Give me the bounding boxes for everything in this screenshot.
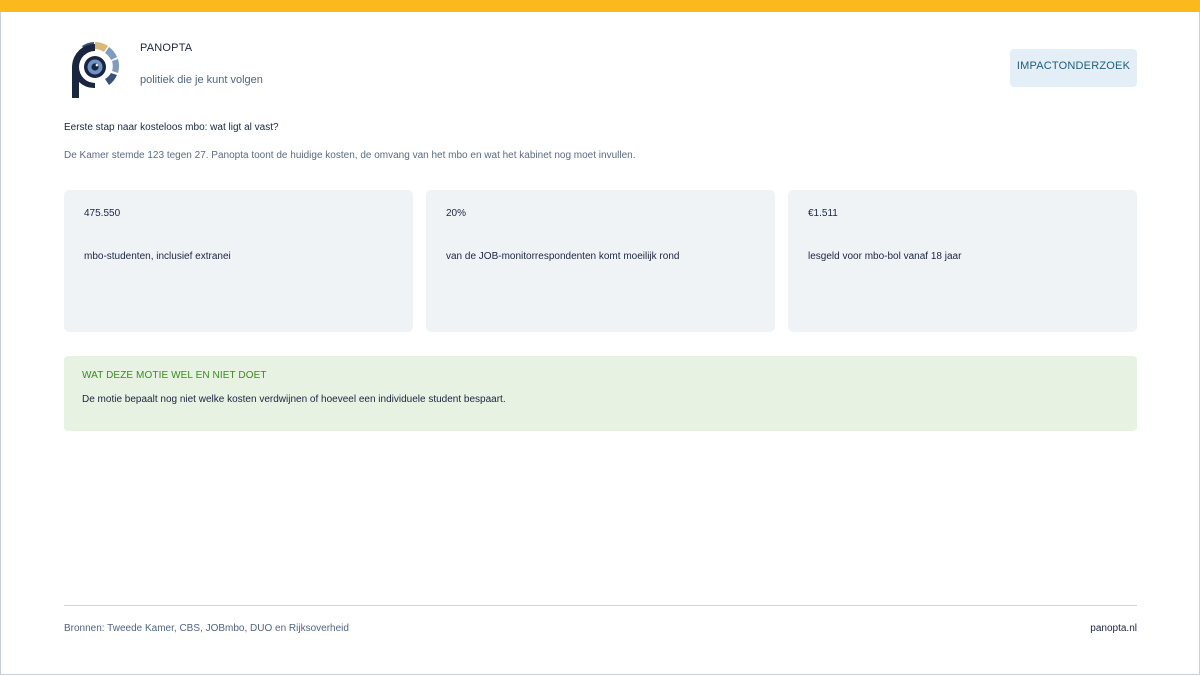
accent-bar bbox=[0, 0, 1200, 12]
stat-label: van de JOB-monitorrespondenten komt moei… bbox=[446, 251, 680, 262]
panopta-eye-logo-icon bbox=[68, 40, 122, 100]
stat-label: lesgeld voor mbo-bol vanaf 18 jaar bbox=[808, 251, 962, 262]
stat-value: 20% bbox=[446, 208, 467, 219]
footer-sources: Bronnen: Tweede Kamer, CBS, JOBmbo, DUO … bbox=[64, 623, 349, 634]
note-text: De motie bepaalt nog niet welke kosten v… bbox=[82, 394, 506, 405]
brand-name: PANOPTA bbox=[140, 42, 193, 54]
stat-value: 475.550 bbox=[84, 208, 121, 219]
stat-label: mbo-studenten, inclusief extranei bbox=[84, 251, 231, 262]
stat-card-students: 475.550 mbo-studenten, inclusief extrane… bbox=[64, 190, 413, 332]
stat-value: €1.511 bbox=[808, 208, 838, 219]
page-frame bbox=[0, 0, 1200, 675]
note-title: WAT DEZE MOTIE WEL EN NIET DOET bbox=[82, 370, 267, 381]
motion-note-box: WAT DEZE MOTIE WEL EN NIET DOET De motie… bbox=[64, 356, 1137, 431]
brand-tagline: politiek die je kunt volgen bbox=[140, 74, 263, 86]
stat-card-rondkomen: 20% van de JOB-monitorrespondenten komt … bbox=[426, 190, 775, 332]
stat-card-lesgeld: €1.511 lesgeld voor mbo-bol vanaf 18 jaa… bbox=[788, 190, 1137, 332]
footer-divider bbox=[64, 605, 1137, 606]
impactonderzoek-button[interactable]: IMPACTONDERZOEK bbox=[1010, 49, 1137, 87]
footer-site-link[interactable]: panopta.nl bbox=[1090, 623, 1137, 634]
page-title: Eerste stap naar kosteloos mbo: wat ligt… bbox=[64, 122, 279, 133]
page-subtitle: De Kamer stemde 123 tegen 27. Panopta to… bbox=[64, 150, 636, 161]
